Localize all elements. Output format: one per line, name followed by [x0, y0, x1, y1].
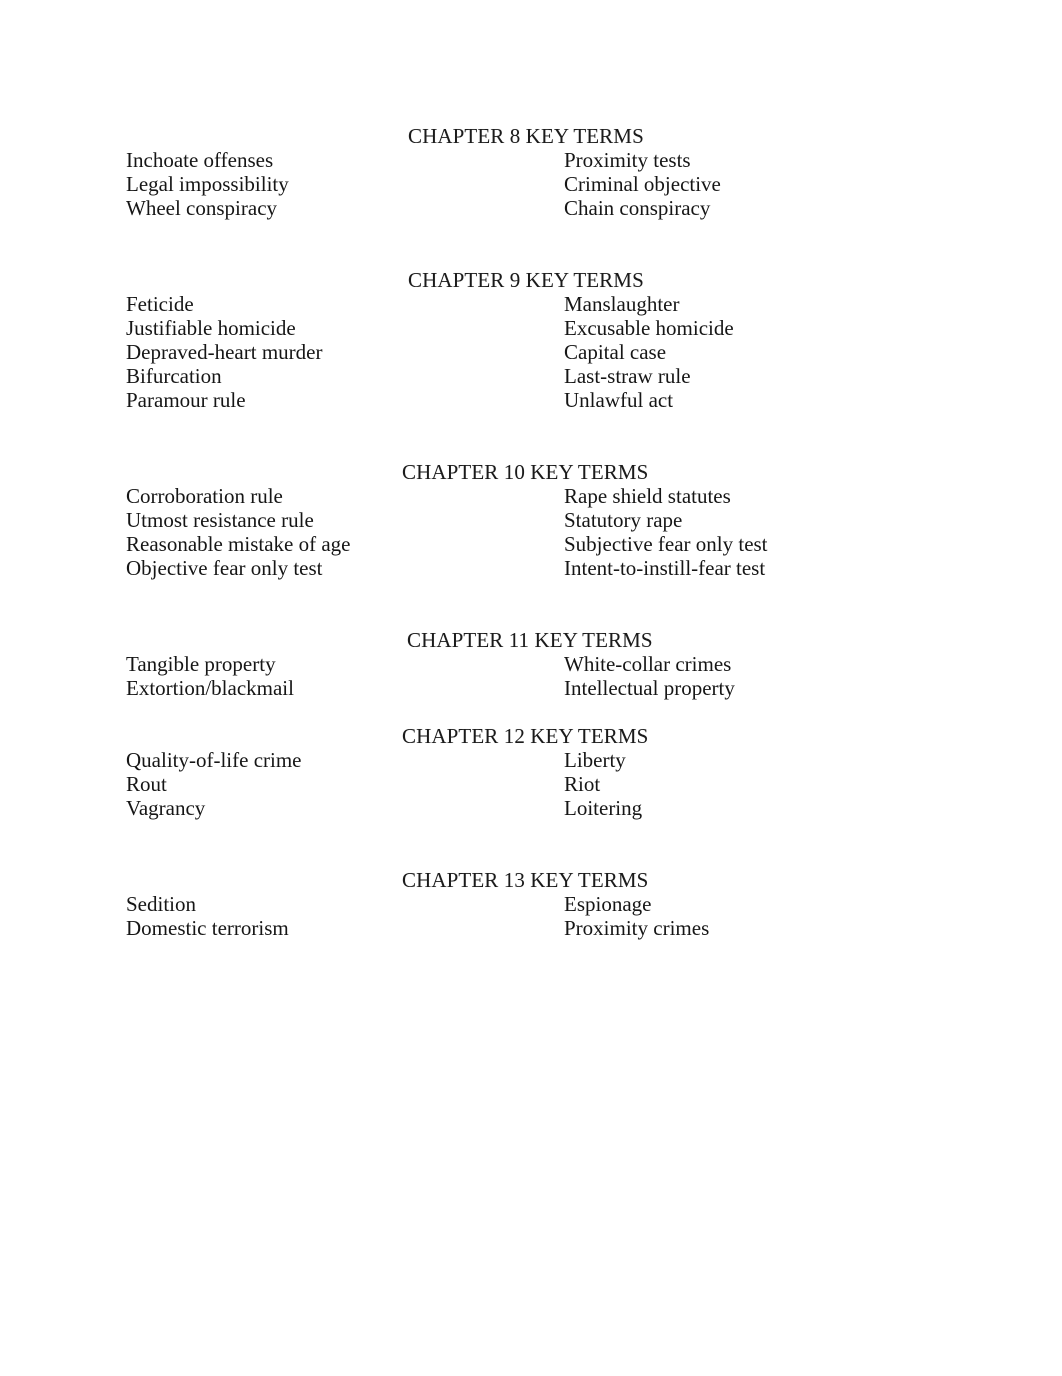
- chapter-heading: CHAPTER 10 KEY TERMS: [402, 460, 649, 484]
- document-page: CHAPTER 8 KEY TERMS Inchoate offenses Pr…: [0, 0, 1062, 1376]
- term-row: Objective fear only test Intent-to-insti…: [0, 556, 1062, 580]
- term-right: Chain conspiracy: [564, 196, 711, 220]
- term-left: Paramour rule: [126, 388, 246, 412]
- term-right: Riot: [564, 772, 601, 796]
- chapter-heading: CHAPTER 11 KEY TERMS: [407, 628, 653, 652]
- term-row: Depraved-heart murder Capital case: [0, 340, 1062, 364]
- term-left: Reasonable mistake of age: [126, 532, 351, 556]
- term-right: Last-straw rule: [564, 364, 691, 388]
- document-body: CHAPTER 8 KEY TERMS Inchoate offenses Pr…: [0, 124, 1062, 940]
- term-left: Domestic terrorism: [126, 916, 289, 940]
- term-row: Extortion/blackmail Intellectual propert…: [0, 676, 1062, 700]
- chapter-section: CHAPTER 12 KEY TERMS Quality-of-life cri…: [0, 724, 1062, 820]
- term-right: Subjective fear only test: [564, 532, 768, 556]
- term-row: Reasonable mistake of age Subjective fea…: [0, 532, 1062, 556]
- term-right: Proximity tests: [564, 148, 691, 172]
- term-right: White-collar crimes: [564, 652, 732, 676]
- chapter-heading: CHAPTER 12 KEY TERMS: [402, 724, 649, 748]
- term-right: Unlawful act: [564, 388, 674, 412]
- term-right: Excusable homicide: [564, 316, 734, 340]
- term-left: Utmost resistance rule: [126, 508, 314, 532]
- term-left: Inchoate offenses: [126, 148, 274, 172]
- term-left: Depraved-heart murder: [126, 340, 323, 364]
- term-left: Bifurcation: [126, 364, 222, 388]
- term-left: Vagrancy: [126, 796, 206, 820]
- chapter-heading: CHAPTER 8 KEY TERMS: [408, 124, 644, 148]
- term-row: Rout Riot: [0, 772, 1062, 796]
- term-left: Tangible property: [126, 652, 276, 676]
- term-left: Quality-of-life crime: [126, 748, 302, 772]
- term-left: Sedition: [126, 892, 197, 916]
- chapter-section: CHAPTER 11 KEY TERMS Tangible property W…: [0, 628, 1062, 700]
- term-row: Inchoate offenses Proximity tests: [0, 148, 1062, 172]
- term-left: Legal impossibility: [126, 172, 289, 196]
- term-row: Bifurcation Last-straw rule: [0, 364, 1062, 388]
- term-left: Extortion/blackmail: [126, 676, 294, 700]
- term-row: Sedition Espionage: [0, 892, 1062, 916]
- term-right: Loitering: [564, 796, 643, 820]
- term-row: Wheel conspiracy Chain conspiracy: [0, 196, 1062, 220]
- term-left: Rout: [126, 772, 167, 796]
- chapter-section: CHAPTER 8 KEY TERMS Inchoate offenses Pr…: [0, 124, 1062, 220]
- term-right: Manslaughter: [564, 292, 680, 316]
- term-row: Justifiable homicide Excusable homicide: [0, 316, 1062, 340]
- term-row: Feticide Manslaughter: [0, 292, 1062, 316]
- chapter-heading: CHAPTER 13 KEY TERMS: [402, 868, 649, 892]
- chapter-section: CHAPTER 9 KEY TERMS Feticide Manslaughte…: [0, 268, 1062, 412]
- term-left: Wheel conspiracy: [126, 196, 278, 220]
- chapter-heading: CHAPTER 9 KEY TERMS: [408, 268, 644, 292]
- term-left: Justifiable homicide: [126, 316, 296, 340]
- term-right: Intellectual property: [564, 676, 735, 700]
- term-right: Statutory rape: [564, 508, 683, 532]
- term-row: Vagrancy Loitering: [0, 796, 1062, 820]
- term-right: Liberty: [564, 748, 626, 772]
- term-row: Legal impossibility Criminal objective: [0, 172, 1062, 196]
- term-row: Tangible property White-collar crimes: [0, 652, 1062, 676]
- term-row: Quality-of-life crime Liberty: [0, 748, 1062, 772]
- term-right: Capital case: [564, 340, 667, 364]
- term-right: Intent-to-instill-fear test: [564, 556, 766, 580]
- chapter-section: CHAPTER 13 KEY TERMS Sedition Espionage …: [0, 868, 1062, 940]
- term-left: Objective fear only test: [126, 556, 323, 580]
- term-row: Corroboration rule Rape shield statutes: [0, 484, 1062, 508]
- term-row: Utmost resistance rule Statutory rape: [0, 508, 1062, 532]
- chapter-section: CHAPTER 10 KEY TERMS Corroboration rule …: [0, 460, 1062, 580]
- term-right: Espionage: [564, 892, 652, 916]
- term-right: Criminal objective: [564, 172, 721, 196]
- term-right: Rape shield statutes: [564, 484, 731, 508]
- term-row: Domestic terrorism Proximity crimes: [0, 916, 1062, 940]
- term-right: Proximity crimes: [564, 916, 710, 940]
- term-row: Paramour rule Unlawful act: [0, 388, 1062, 412]
- term-left: Corroboration rule: [126, 484, 283, 508]
- term-left: Feticide: [126, 292, 194, 316]
